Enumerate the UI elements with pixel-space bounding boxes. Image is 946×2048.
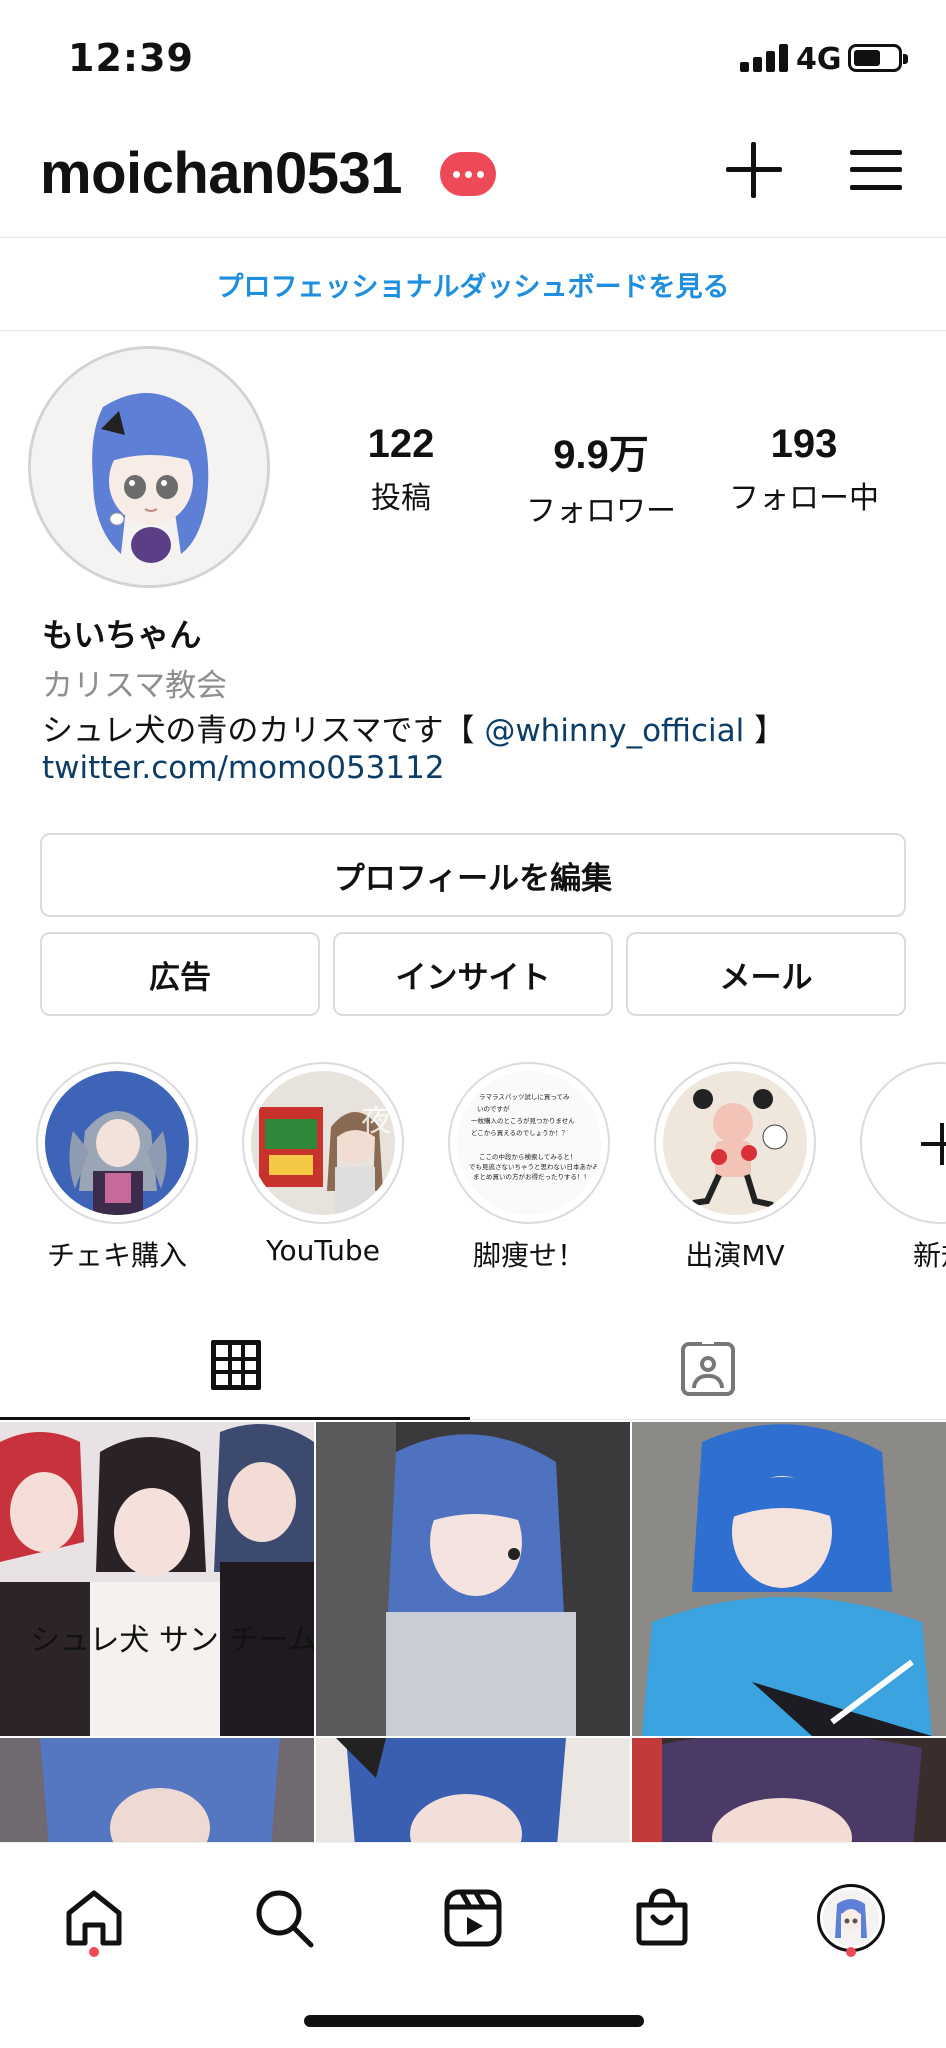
post-thumbnail[interactable]: シュレ犬 サン チーム <box>0 1422 314 1736</box>
post-thumbnail[interactable] <box>316 1738 630 1842</box>
search-icon <box>256 1890 314 1948</box>
highlight-thumbnail: 夜食 <box>251 1071 395 1215</box>
profile-external-link[interactable]: twitter.com/momo053112 <box>42 750 445 786</box>
note-line: でも見逃さないちゃうと思わない日本あかみ <box>469 1162 600 1171</box>
highlight-thumbnail <box>663 1071 807 1215</box>
avatar[interactable] <box>28 346 270 588</box>
insights-button[interactable]: インサイト <box>333 932 613 1016</box>
stat-value: 122 <box>367 422 435 466</box>
menu-icon[interactable] <box>850 150 902 190</box>
bottom-navigation <box>0 1842 946 2048</box>
professional-dashboard-link[interactable]: プロフェッショナルダッシュボードを見る <box>0 237 946 331</box>
note-line: どこから買えるのでしょうか！？ <box>471 1129 568 1137</box>
network-label: 4G <box>796 42 842 77</box>
ads-button[interactable]: 広告 <box>40 932 320 1016</box>
stat-label: フォロワー <box>526 494 676 529</box>
posts-grid: シュレ犬 サン チーム <box>0 1422 946 1842</box>
notification-badge[interactable] <box>440 152 496 196</box>
avatar <box>817 1884 885 1952</box>
stat-following[interactable]: 193 フォロー中 <box>704 422 904 517</box>
highlight-thumbnail <box>45 1071 189 1215</box>
note-line: ラマラスパッツ試しに買ってみ <box>479 1092 570 1101</box>
new-highlight-item[interactable]: 新規 <box>856 1062 946 1274</box>
profile-header: moichan0531 <box>0 120 946 235</box>
tab-tagged[interactable] <box>473 1318 946 1420</box>
highlight-item[interactable]: ラマラスパッツ試しに買ってみ いのですが 一枚購入のところが見つかりません どこ… <box>444 1062 614 1274</box>
note-line: いのですが <box>477 1104 510 1113</box>
post-overlay-text: シュレ犬 サン チーム <box>30 1623 314 1658</box>
reels-icon <box>444 1889 502 1947</box>
nav-search[interactable] <box>239 1873 329 1963</box>
profile-bio: シュレ犬の青のカリスマです【 @whinny_official 】 <box>42 705 785 750</box>
highlight-label: チェキ購入 <box>46 1239 187 1272</box>
profile-notification-dot <box>846 1947 856 1957</box>
status-time: 12:39 <box>68 36 194 80</box>
bio-text-prefix: シュレ犬の青のカリスマです【 <box>42 713 485 749</box>
stat-label: フォロー中 <box>729 481 879 516</box>
highlight-label: YouTube <box>266 1234 380 1267</box>
tagged-icon <box>681 1338 735 1396</box>
highlight-item[interactable]: 出演MV <box>650 1062 820 1274</box>
post-thumbnail[interactable] <box>316 1422 630 1736</box>
note-line: ここの中段から検索してみると！ <box>479 1152 576 1161</box>
home-notification-dot <box>89 1947 99 1957</box>
note-line: 一枚購入のところが見つかりません <box>471 1116 575 1125</box>
tab-posts-grid[interactable] <box>0 1318 470 1420</box>
stat-followers[interactable]: 9.9万 フォロワー <box>501 422 701 530</box>
highlight-item[interactable]: 夜食 YouTube <box>238 1062 408 1267</box>
bio-mention-link[interactable]: @whinny_official <box>484 713 744 749</box>
profile-name: もいちゃん <box>42 616 202 654</box>
bio-text-suffix: 】 <box>744 713 786 749</box>
stat-value: 9.9万 <box>553 433 649 477</box>
thumbnail-overlay-text: 夜食 <box>361 1104 395 1139</box>
highlight-label: 新規 <box>912 1239 946 1272</box>
battery-icon <box>848 44 908 72</box>
dashboard-link-label: プロフェッショナルダッシュボードを見る <box>216 271 730 303</box>
nav-shop[interactable] <box>617 1873 707 1963</box>
username-title[interactable]: moichan0531 <box>40 140 403 207</box>
note-line: まとめ買いの方がお得だったりする！！ <box>473 1172 590 1181</box>
home-indicator <box>304 2015 644 2027</box>
post-thumbnail[interactable] <box>632 1738 946 1842</box>
stat-label: 投稿 <box>371 481 431 516</box>
stat-posts[interactable]: 122 投稿 <box>301 422 501 517</box>
status-bar: 12:39 4G <box>0 0 946 110</box>
edit-profile-button[interactable]: プロフィールを編集 <box>40 833 906 917</box>
home-icon <box>66 1890 122 1946</box>
signal-icon <box>740 44 788 72</box>
stat-value: 193 <box>770 422 838 466</box>
shop-icon <box>636 1888 688 1946</box>
highlight-label: 脚痩せ！ <box>472 1239 585 1272</box>
highlight-item[interactable]: チェキ購入 <box>32 1062 202 1274</box>
profile-category: カリスマ教会 <box>42 668 228 704</box>
highlight-label: 出演MV <box>685 1239 785 1272</box>
plus-icon[interactable] <box>726 142 782 198</box>
profile-tabs <box>0 1318 946 1420</box>
nav-reels[interactable] <box>428 1873 518 1963</box>
post-thumbnail[interactable] <box>0 1738 314 1842</box>
post-thumbnail[interactable] <box>632 1422 946 1736</box>
mail-button[interactable]: メール <box>626 932 906 1016</box>
plus-icon <box>869 1071 946 1215</box>
highlight-thumbnail: ラマラスパッツ試しに買ってみ いのですが 一枚購入のところが見つかりません どこ… <box>457 1071 601 1215</box>
grid-icon <box>211 1340 261 1390</box>
